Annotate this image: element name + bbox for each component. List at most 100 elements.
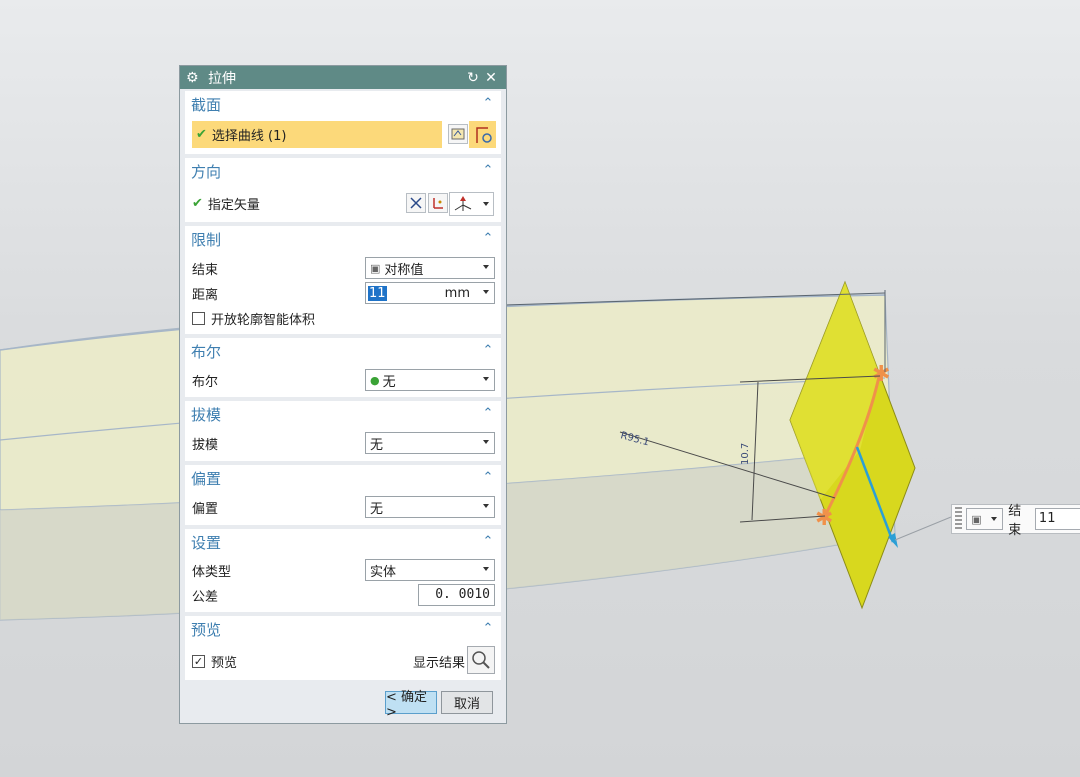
sketch-section-icon[interactable] [448,124,468,144]
body-type-dropdown[interactable]: 实体 [365,559,495,581]
vector-axis-icon [454,196,472,211]
collapse-icon[interactable]: ⌃ [481,232,495,246]
preview-row: ✓ 预览 显示结果 [192,646,495,674]
direction-group: 方向 ⌃ ✔ 指定矢量 [185,158,501,222]
offset-dropdown-value: 无 [370,501,384,517]
boolean-none-icon: ● [370,373,380,387]
preview-header-label: 预览 [191,620,222,639]
reset-icon[interactable]: ↻ [464,70,482,86]
draft-row: 拔模 无 [192,432,495,454]
distance-value[interactable]: 11 [368,285,387,301]
select-curve-row[interactable]: ✔ 选择曲线 (1) [192,121,442,148]
curve-end-marker-top: ✱ [872,362,890,387]
collapse-icon[interactable]: ⌃ [481,164,495,178]
body-type-value: 实体 [370,564,397,580]
chevron-down-icon [991,517,998,521]
tolerance-label: 公差 [192,589,219,605]
settings-group: 设置 ⌃ 体类型 实体 公差 0. 0010 [185,529,501,612]
show-result-button[interactable] [467,646,495,674]
check-icon: ✔ [196,127,207,142]
preview-group: 预览 ⌃ ✓ 预览 显示结果 [185,616,501,680]
preview-label: 预览 [211,655,238,671]
specify-vector-label: 指定矢量 [207,197,260,213]
direction-header-label: 方向 [191,162,222,181]
draft-header-label: 拔模 [191,405,222,424]
end-handle-leader [894,516,952,541]
collapse-icon[interactable]: ⌃ [481,97,495,111]
symmetric-value-icon: ▣ [370,261,381,275]
chevron-down-icon [483,265,489,269]
drag-handle[interactable] [955,507,963,531]
dimension-height-label: 10.7 [740,443,751,465]
chevron-down-icon [483,290,489,294]
draft-label: 拔模 [192,437,219,453]
vector-dialog-icon[interactable] [428,193,448,213]
section-header[interactable]: 截面 ⌃ [185,91,501,117]
end-row: 结束 ▣ 对称值 [192,257,495,279]
preview-checkbox[interactable]: ✓ [192,654,205,668]
select-curve-label: 选择曲线 (1) [211,129,287,144]
reverse-direction-icon[interactable] [406,193,426,213]
magnifier-icon [472,651,490,669]
boolean-header-label: 布尔 [191,342,222,361]
end-dropdown[interactable]: ▣ 对称值 [365,257,495,279]
tolerance-input[interactable]: 0. 0010 [418,584,495,606]
offset-group: 偏置 ⌃ 偏置 无 [185,465,501,525]
chevron-down-icon [483,440,489,444]
end-dropdown-value: 对称值 [384,262,424,278]
curve-select-icon[interactable] [469,121,496,148]
open-profile-checkbox[interactable] [192,311,205,325]
body-type-label: 体类型 [192,564,232,580]
limits-group: 限制 ⌃ 结束 ▣ 对称值 距离 11 mm 开放轮廓智能体积 [185,226,501,334]
open-profile-label: 开放轮廓智能体积 [211,312,316,328]
cancel-button-label: 取消 [453,697,480,712]
boolean-dropdown[interactable]: ● 无 [365,369,495,391]
gear-icon[interactable]: ⚙ [186,70,202,86]
end-value-field[interactable]: 11 [1034,508,1080,530]
boolean-header[interactable]: 布尔 ⌃ [185,338,501,364]
limits-header-label: 限制 [191,230,222,249]
end-value-onscreen-input[interactable]: ▣ 结束 11 [951,504,1080,538]
curve-end-marker-bottom: ✱ [815,506,833,531]
limits-header[interactable]: 限制 ⌃ [185,226,501,252]
offset-label: 偏置 [192,501,219,517]
collapse-icon[interactable]: ⌃ [481,535,495,549]
end-type-dropdown[interactable]: ▣ [966,508,1004,530]
draft-header[interactable]: 拔模 ⌃ [185,401,501,427]
section-header-label: 截面 [191,95,222,114]
dialog-titlebar[interactable]: ⚙ 拉伸 ↻ ✕ [180,66,506,89]
section-group: 截面 ⌃ ✔ 选择曲线 (1) [185,91,501,154]
tolerance-value: 0. 0010 [435,587,490,602]
draft-dropdown[interactable]: 无 [365,432,495,454]
graphics-viewport[interactable]: ✱ ✱ R95.1 10.7 [0,0,1080,777]
collapse-icon[interactable]: ⌃ [481,622,495,636]
collapse-icon[interactable]: ⌃ [481,344,495,358]
direction-header[interactable]: 方向 ⌃ [185,158,501,184]
distance-unit: mm [444,285,470,301]
boolean-group: 布尔 ⌃ 布尔 ● 无 [185,338,501,397]
offset-row: 偏置 无 [192,496,495,518]
chevron-down-icon [483,202,489,206]
settings-header[interactable]: 设置 ⌃ [185,529,501,555]
collapse-icon[interactable]: ⌃ [481,471,495,485]
offset-header[interactable]: 偏置 ⌃ [185,465,501,491]
end-label: 结束 [192,262,219,278]
preview-header[interactable]: 预览 ⌃ [185,616,501,642]
offset-header-label: 偏置 [191,469,222,488]
close-icon[interactable]: ✕ [482,70,500,86]
boolean-row: 布尔 ● 无 [192,369,495,391]
tolerance-row: 公差 0. 0010 [192,584,495,606]
settings-header-label: 设置 [191,533,222,552]
ok-button[interactable]: < 确定 > [385,690,437,720]
body-type-row: 体类型 实体 [192,559,495,581]
collapse-icon[interactable]: ⌃ [481,407,495,421]
distance-input[interactable]: 11 mm [365,282,495,304]
cancel-button[interactable]: 取消 [441,691,493,714]
end-label: 结束 [1008,504,1022,538]
distance-row: 距离 11 mm [192,282,495,304]
chevron-down-icon [483,504,489,508]
symmetric-value-icon: ▣ [971,512,982,526]
extrude-dialog: ⚙ 拉伸 ↻ ✕ 截面 ⌃ ✔ 选择曲线 (1) 方向 ⌃ ✔ 指定矢量 限制 … [179,65,507,724]
vector-type-dropdown[interactable] [449,192,494,216]
offset-dropdown[interactable]: 无 [365,496,495,518]
